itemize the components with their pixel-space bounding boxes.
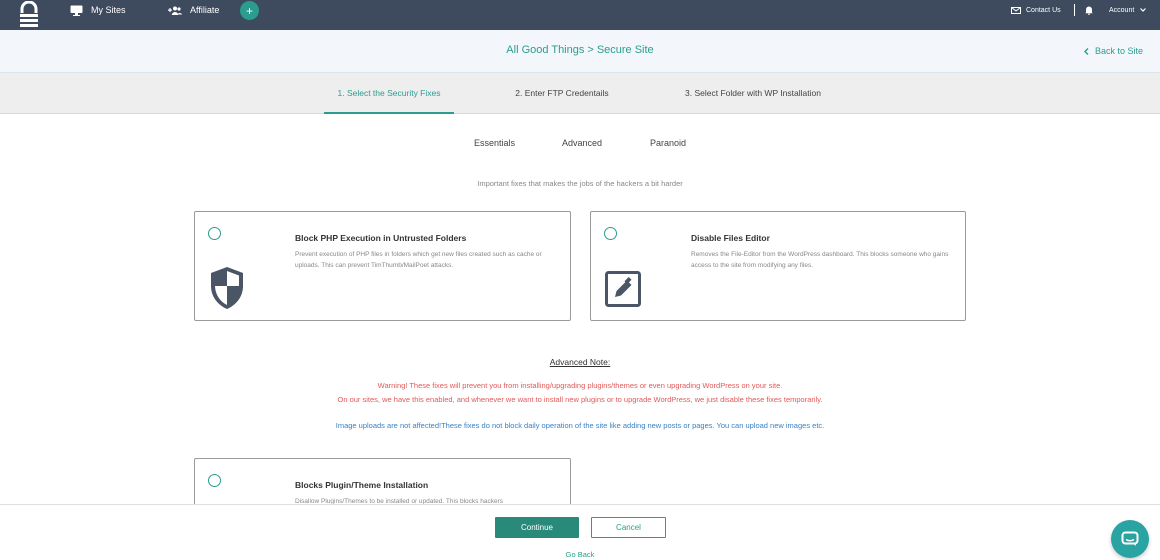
users-plus-icon	[168, 6, 182, 15]
mail-icon	[1011, 6, 1021, 14]
level-description: Important fixes that makes the jobs of t…	[477, 179, 683, 188]
fix-description: Removes the File-Editor from the WordPre…	[691, 251, 949, 269]
breadcrumb-separator: >	[587, 44, 594, 56]
info-text: Image uploads are not affected!These fix…	[335, 421, 825, 430]
warning-text-1: Warning! These fixes will prevent you fr…	[377, 381, 783, 390]
continue-button[interactable]: Continue	[495, 517, 579, 538]
fix-radio-block-php[interactable]	[208, 227, 221, 240]
chevron-down-icon	[1140, 8, 1147, 12]
contact-us-label: Contact Us	[1026, 6, 1061, 14]
fix-card-block-php[interactable]: Block PHP Execution in Untrusted Folders…	[194, 211, 571, 321]
chat-icon	[1121, 531, 1139, 546]
contact-us-link[interactable]: Contact Us	[1011, 0, 1061, 20]
nav-affiliate-label: Affiliate	[190, 5, 220, 15]
tab-essentials[interactable]: Essentials	[474, 138, 515, 148]
nav-divider	[1074, 4, 1075, 16]
breadcrumb: All Good Things > Secure Site	[0, 44, 1160, 56]
fix-radio-disable-editor[interactable]	[604, 227, 617, 240]
cancel-button[interactable]: Cancel	[591, 517, 666, 538]
fix-title: Disable Files Editor	[691, 233, 770, 243]
warning-text-2: On our sites, we have this enabled, and …	[337, 395, 823, 404]
monitor-icon	[70, 5, 83, 16]
footer-bar: Continue Cancel Go Back	[0, 504, 1160, 560]
chat-widget-button[interactable]	[1111, 520, 1149, 558]
fix-radio-block-plugins[interactable]	[208, 474, 221, 487]
advanced-note-heading: Advanced Note:	[549, 357, 611, 367]
add-site-button[interactable]: +	[240, 1, 259, 20]
top-nav: My Sites Affiliate + Contact Us Account	[0, 0, 1160, 30]
back-to-site-label: Back to Site	[1095, 46, 1144, 56]
page-title: Secure Site	[596, 44, 654, 56]
account-label: Account	[1109, 6, 1135, 14]
go-back-link[interactable]: Go Back	[0, 550, 1160, 559]
nav-my-sites-label: My Sites	[91, 5, 126, 15]
account-menu[interactable]: Account	[1085, 0, 1147, 20]
chevron-left-icon	[1084, 47, 1089, 55]
bell-icon[interactable]	[1085, 5, 1093, 15]
title-bar: All Good Things > Secure Site Back to Site	[0, 30, 1160, 73]
fix-title: Blocks Plugin/Theme Installation	[295, 480, 429, 490]
tab-advanced[interactable]: Advanced	[562, 138, 602, 148]
nav-affiliate[interactable]: Affiliate	[168, 0, 219, 20]
active-step-indicator	[324, 112, 454, 114]
fix-title: Block PHP Execution in Untrusted Folders	[295, 233, 467, 243]
shield-icon	[211, 267, 243, 309]
back-to-site-link[interactable]: Back to Site	[1084, 46, 1143, 56]
step-1-tab[interactable]: 1. Select the Security Fixes	[324, 88, 454, 98]
fix-description: Prevent execution of PHP files in folder…	[295, 251, 542, 269]
nav-my-sites[interactable]: My Sites	[70, 0, 126, 20]
fix-card-disable-editor[interactable]: Disable Files Editor Removes the File-Ed…	[590, 211, 966, 321]
breadcrumb-site[interactable]: All Good Things	[506, 44, 584, 56]
step-3-tab[interactable]: 3. Select Folder with WP Installation	[668, 88, 838, 98]
step-2-tab[interactable]: 2. Enter FTP Credentails	[497, 88, 627, 98]
tab-paranoid[interactable]: Paranoid	[650, 138, 686, 148]
logo-icon[interactable]	[18, 1, 40, 29]
wizard-steps: 1. Select the Security Fixes 2. Enter FT…	[0, 73, 1160, 114]
edit-icon	[605, 271, 641, 307]
